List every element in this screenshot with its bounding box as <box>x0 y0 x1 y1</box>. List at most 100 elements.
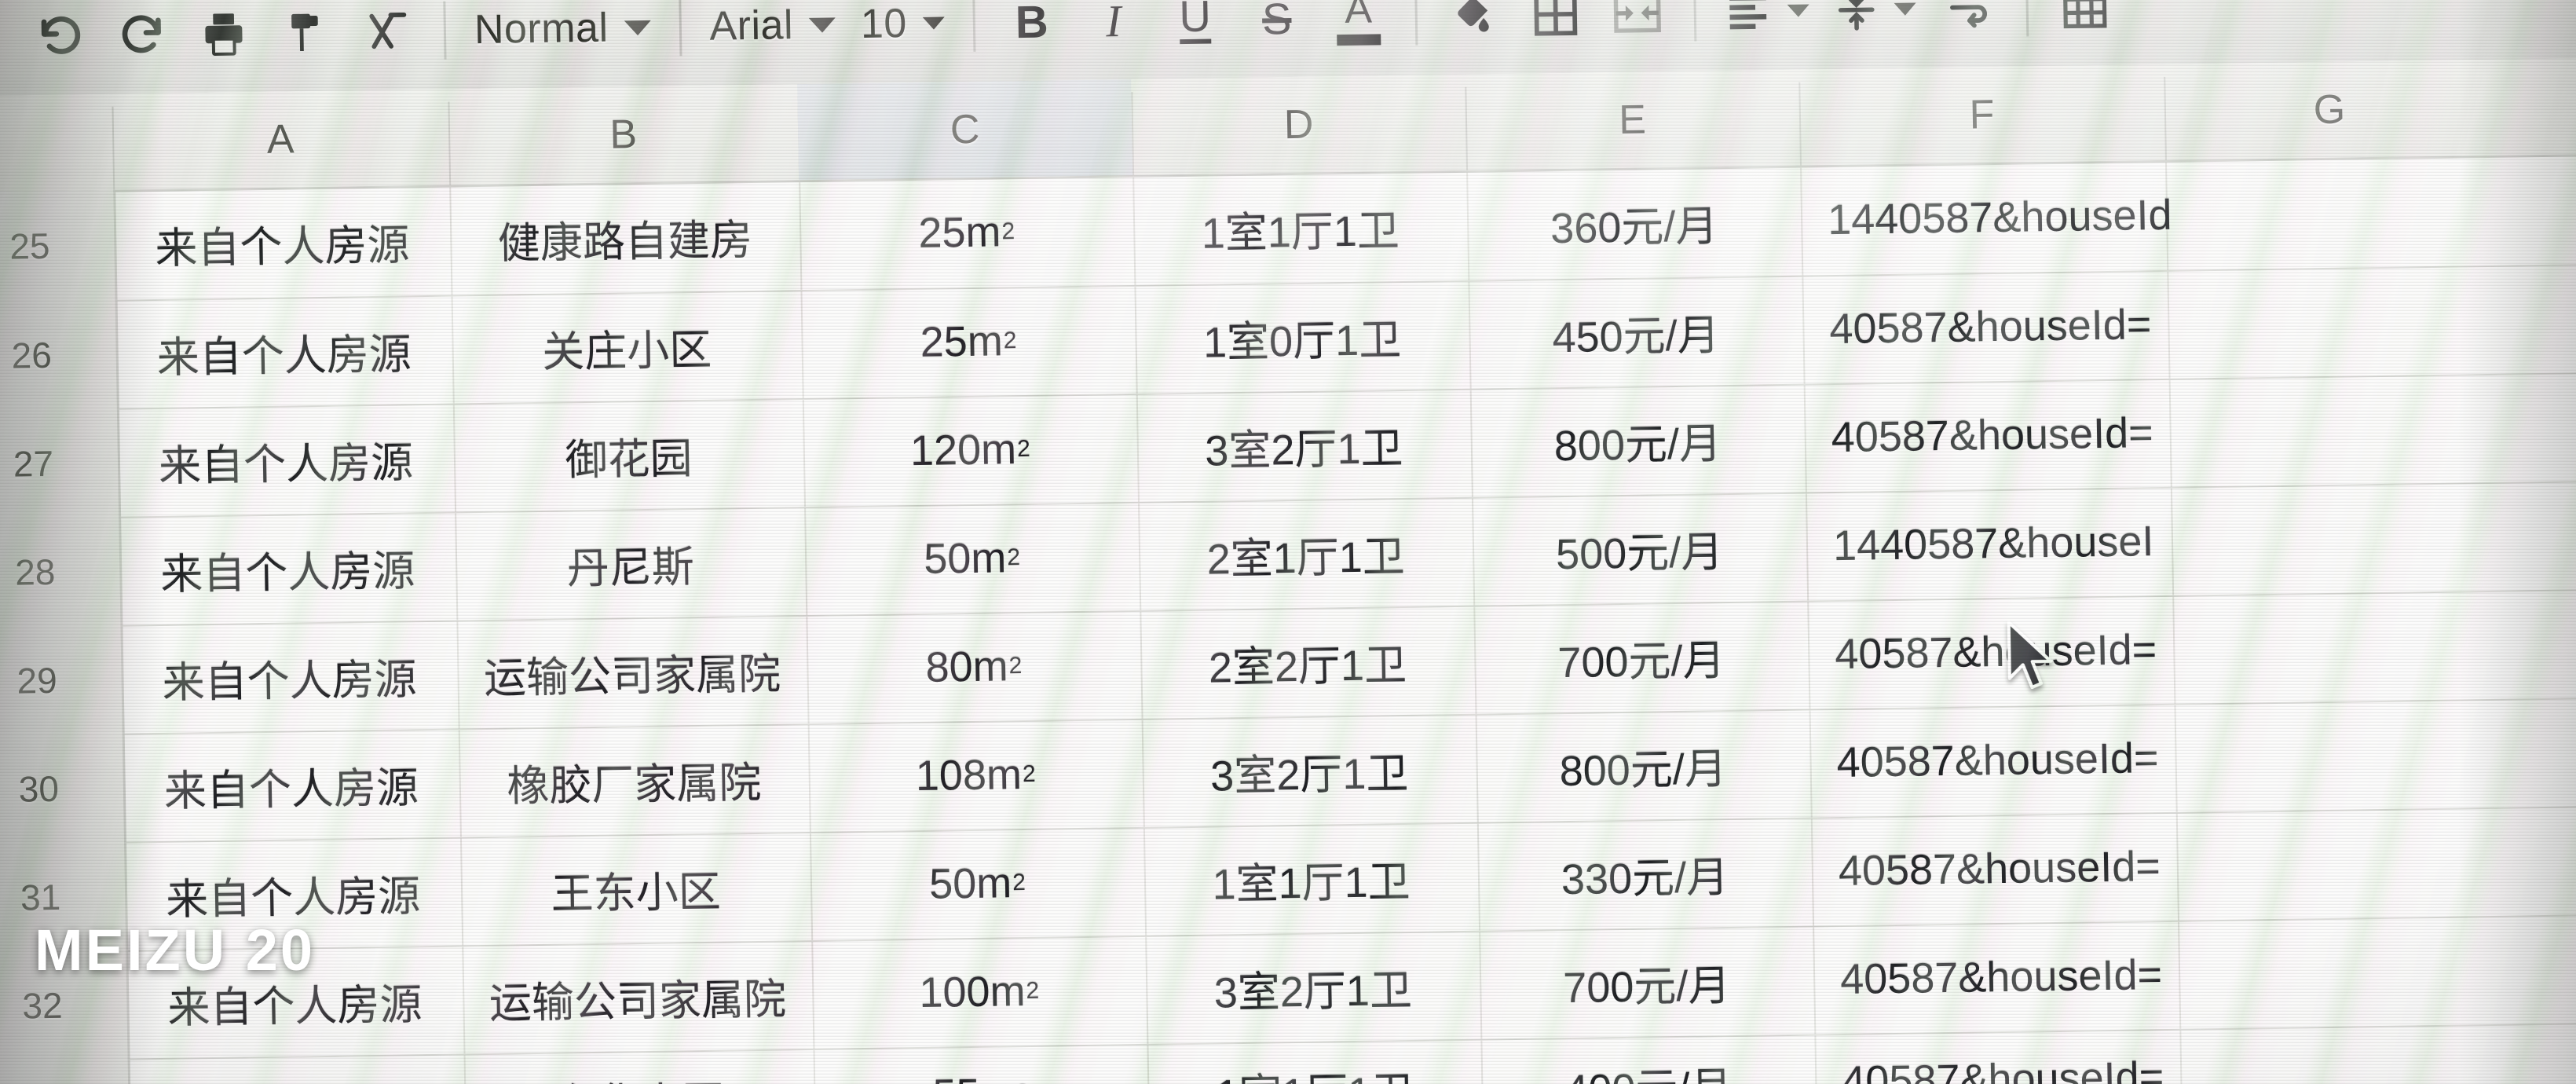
column-header-d-label: D <box>1283 101 1314 148</box>
cell-C28[interactable]: 50m 2 <box>804 502 1140 615</box>
cell-D30[interactable]: 3室2厅1卫 <box>1142 714 1477 827</box>
cell-F31[interactable]: 40587&houseId= <box>1811 811 2205 925</box>
cell-B28[interactable]: 丹尼斯 <box>455 507 806 620</box>
fill-color-icon[interactable] <box>1433 0 1516 57</box>
cell-D31[interactable]: 1室1厅1卫 <box>1143 822 1479 936</box>
row-header-31[interactable]: 31 <box>0 842 123 953</box>
row-header-32[interactable]: 32 <box>0 950 126 1061</box>
cell-A27[interactable]: 来自个人房源 <box>117 404 455 517</box>
column-header-f[interactable]: F <box>1798 64 2165 166</box>
cell-A29[interactable]: 来自个人房源 <box>120 620 458 733</box>
cell-A25[interactable]: 来自个人房源 <box>113 185 451 300</box>
cell-E26[interactable]: 450元/月 <box>1468 276 1803 389</box>
cell-C33[interactable]: 55m2 <box>813 1044 1148 1084</box>
cell-B32[interactable]: 运输公司家属院 <box>462 940 813 1053</box>
cell-F32[interactable]: 40587&houseId= <box>1813 920 2207 1034</box>
font-family-value: Arial <box>708 2 794 49</box>
merge-cells-icon[interactable] <box>1596 0 1679 54</box>
print-icon[interactable] <box>182 0 265 75</box>
cell-A28-value: 来自个人房源 <box>159 547 415 599</box>
row-header-33[interactable]: 33 <box>0 1059 127 1084</box>
cell-B33[interactable]: 东华小区 <box>464 1049 815 1084</box>
column-header-d[interactable]: D <box>1131 75 1466 175</box>
column-header-g[interactable]: G <box>2164 60 2495 160</box>
cell-F29[interactable]: 40587&houseId= <box>1807 595 2201 709</box>
cell-F28[interactable]: 1440587&houseI <box>1806 486 2200 600</box>
cell-C27[interactable]: 120m 2 <box>803 394 1138 507</box>
column-header-a[interactable]: A <box>112 90 449 190</box>
redo-icon[interactable] <box>101 0 184 76</box>
cell-C31[interactable]: 50m 2 <box>810 827 1145 940</box>
cell-B30[interactable]: 橡胶厂家属院 <box>459 723 810 837</box>
cell-A31[interactable]: 来自个人房源 <box>124 837 462 950</box>
cell-B31[interactable]: 王东小区 <box>460 832 811 945</box>
paragraph-style-dropdown[interactable]: Normal <box>461 0 664 71</box>
italic-button[interactable]: I <box>1072 0 1155 62</box>
underline-button[interactable]: U <box>1154 0 1237 61</box>
row-header-27[interactable]: 27 <box>0 408 116 519</box>
strikethrough-button[interactable]: S <box>1235 0 1319 60</box>
cell-B29[interactable]: 运输公司家属院 <box>456 615 807 728</box>
freeze-panes-icon[interactable] <box>2044 0 2127 48</box>
cell-C31-value: 50m <box>928 859 1012 908</box>
horizontal-align-dropdown[interactable] <box>1711 0 1823 53</box>
cell-A32[interactable]: 来自个人房源 <box>126 945 463 1058</box>
paint-format-icon[interactable] <box>264 0 347 74</box>
text-wrap-icon[interactable] <box>1928 0 2011 49</box>
cell-D29[interactable]: 2室2厅1卫 <box>1140 606 1475 719</box>
row-header-25[interactable]: 25 <box>0 190 113 302</box>
cell-E28[interactable]: 500元/月 <box>1472 493 1807 606</box>
cell-C29-value: 80m <box>925 643 1009 691</box>
column-header-e[interactable]: E <box>1465 70 1800 170</box>
text-color-button[interactable]: A <box>1317 0 1400 59</box>
cell-A30[interactable]: 来自个人房源 <box>123 728 460 841</box>
cell-F33[interactable]: 40587&houseId= <box>1814 1028 2208 1084</box>
cell-D27[interactable]: 3室2厅1卫 <box>1136 389 1472 502</box>
cell-E27[interactable]: 800元/月 <box>1470 384 1806 497</box>
cell-B27[interactable]: 御花园 <box>453 398 804 511</box>
cell-D26[interactable]: 1室0厅1卫 <box>1134 280 1469 394</box>
bold-button[interactable]: B <box>990 0 1074 64</box>
cell-C25[interactable]: 25m 2 <box>799 175 1134 290</box>
row-header-30[interactable]: 30 <box>0 734 122 844</box>
cell-A26[interactable]: 来自个人房源 <box>115 295 453 408</box>
cell-D25[interactable]: 1室1厅1卫 <box>1132 170 1468 285</box>
cell-E33[interactable]: 400元/月 <box>1480 1034 1816 1084</box>
cell-F30[interactable]: 40587&houseId= <box>1809 703 2203 817</box>
cell-F27[interactable]: 40587&houseId= <box>1804 378 2198 492</box>
clear-format-icon[interactable] <box>346 0 429 72</box>
cell-D32[interactable]: 3室2厅1卫 <box>1145 931 1480 1044</box>
row-header-29[interactable]: 29 <box>0 625 120 736</box>
cell-D28[interactable]: 2室1厅1卫 <box>1138 497 1473 610</box>
vertical-align-dropdown[interactable] <box>1821 0 1930 51</box>
cell-C26[interactable]: 25m 2 <box>800 285 1136 398</box>
cell-C26-superscript: 2 <box>1003 328 1017 354</box>
cell-C32[interactable]: 100m 2 <box>811 936 1147 1049</box>
font-size-dropdown[interactable]: 10 <box>847 0 958 65</box>
column-header-b[interactable]: B <box>448 84 799 185</box>
cell-D33[interactable]: 1室1厅1卫 <box>1147 1039 1482 1084</box>
cell-F26[interactable]: 40587&houseId= <box>1802 269 2196 383</box>
cell-B33-value: 东华小区 <box>554 1067 725 1084</box>
borders-icon[interactable] <box>1514 0 1597 56</box>
cell-C30[interactable]: 108m 2 <box>808 719 1143 832</box>
cell-C29[interactable]: 80m 2 <box>806 610 1141 723</box>
cell-B25[interactable]: 健康路自建房 <box>449 180 800 295</box>
undo-icon[interactable] <box>19 0 102 77</box>
cell-F25[interactable]: 1440587&houseId <box>1800 159 2194 275</box>
font-family-dropdown[interactable]: Arial <box>697 0 849 68</box>
cell-B26[interactable]: 关庄小区 <box>452 290 803 403</box>
cell-E30[interactable]: 800元/月 <box>1476 709 1811 822</box>
column-header-f-label: F <box>1969 92 1995 138</box>
cell-A28[interactable]: 来自个人房源 <box>119 512 456 625</box>
cell-E31[interactable]: 330元/月 <box>1477 818 1813 931</box>
spreadsheet-grid[interactable]: A B C D E F G 25 26 27 28 29 30 31 32 33… <box>0 57 2576 1084</box>
cell-E25[interactable]: 360元/月 <box>1466 166 1802 280</box>
cell-E30-value: 800元/月 <box>1559 745 1728 795</box>
cell-E29[interactable]: 700元/月 <box>1473 601 1809 714</box>
cell-A33[interactable] <box>128 1053 466 1084</box>
row-header-26[interactable]: 26 <box>0 300 115 411</box>
column-header-c[interactable]: C <box>797 79 1133 181</box>
cell-E32[interactable]: 700元/月 <box>1479 926 1814 1039</box>
row-header-28[interactable]: 28 <box>0 517 118 628</box>
